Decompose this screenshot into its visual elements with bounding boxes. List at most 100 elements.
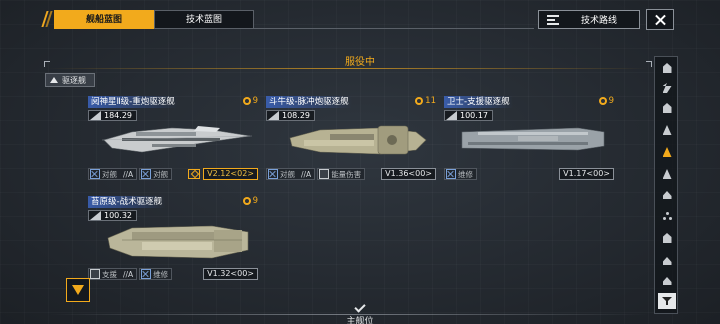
cost-icon xyxy=(415,97,424,105)
cruiser-icon xyxy=(662,125,672,135)
support-icon xyxy=(662,277,672,285)
list-icon xyxy=(547,14,559,25)
ship-illustration xyxy=(102,126,252,153)
role-grade: //A xyxy=(123,169,134,179)
sidebar-item-station[interactable] xyxy=(660,253,674,267)
role-label: 能量伤害 xyxy=(331,169,362,179)
sidebar-item-carrier[interactable] xyxy=(660,81,674,95)
size-icon xyxy=(90,111,101,120)
version-badge: V1.32<00> xyxy=(203,268,258,280)
ship-illustration xyxy=(461,127,605,151)
drone-icon xyxy=(662,233,672,243)
filter-icon xyxy=(662,297,672,305)
tech-route-button[interactable]: 技术路线 xyxy=(538,10,640,29)
sidebar-item-battleship[interactable] xyxy=(660,101,674,115)
warning-triangle-icon xyxy=(50,77,58,83)
fighter-icon xyxy=(662,211,672,221)
role-grade: //A xyxy=(123,269,134,279)
section-title: 服役中 xyxy=(345,57,375,68)
role-tag: 维修 xyxy=(139,268,173,280)
role-label: 支援 xyxy=(102,269,117,279)
ship-cost: 9 xyxy=(598,96,614,106)
ship-tags: 对舰 //A 对舰 V2.12<02> xyxy=(88,168,258,180)
ship-tags: 对舰 //A 能量伤害 V1.36<00> xyxy=(266,168,436,180)
cost-value: 9 xyxy=(252,96,258,106)
upgrade-icon xyxy=(188,169,201,179)
tab-divider xyxy=(254,28,534,29)
role-icon xyxy=(268,169,278,179)
footer-section-title: 主舰位 xyxy=(346,317,374,324)
sidebar-item-cruiser[interactable] xyxy=(660,123,674,137)
ship-cost: 9 xyxy=(242,196,258,206)
ship-card[interactable]: 卫士-支援驱逐舰 9 100.17 维修 V1.17<00> xyxy=(444,96,614,188)
sidebar-item-frigate[interactable] xyxy=(660,167,674,181)
cost-value: 9 xyxy=(252,196,258,206)
ship-illustration xyxy=(107,225,249,259)
version-badge: V2.12<02> xyxy=(203,168,258,180)
tab-ship-blueprints[interactable]: 舰船蓝图 xyxy=(54,10,154,29)
size-icon xyxy=(446,111,457,120)
ship-cost: 11 xyxy=(415,96,436,106)
ship-name: 阋神星Ⅱ级-重炮驱逐舰 xyxy=(88,96,178,108)
cost-value: 11 xyxy=(425,96,436,106)
role-tag: 对舰 //A xyxy=(266,168,316,180)
repair-icon xyxy=(446,169,456,179)
role-tag: 对舰 //A xyxy=(88,168,138,180)
support-icon xyxy=(90,269,100,279)
ship-tags: 支援 //A 维修 V1.32<00> xyxy=(88,268,258,280)
role-tag: 对舰 xyxy=(139,168,173,180)
ship-tags: 维修 V1.17<00> xyxy=(444,168,614,180)
tech-route-label: 技术路线 xyxy=(580,16,617,26)
corner-bracket xyxy=(44,61,50,67)
sidebar-item-fighter[interactable] xyxy=(660,209,674,223)
tab-tech-blueprints[interactable]: 技术蓝图 xyxy=(154,10,254,29)
collapse-button[interactable] xyxy=(66,278,90,302)
corvette-icon xyxy=(662,191,672,199)
ship-card[interactable]: 阋神星Ⅱ级-重炮驱逐舰 9 184.29 对舰 //A 对舰 V2.12<02> xyxy=(88,96,258,188)
ship-illustration xyxy=(289,125,427,155)
ship-name: 苔原级-战术驱逐舰 xyxy=(88,196,166,208)
carrier-icon xyxy=(662,83,672,93)
close-button[interactable] xyxy=(646,9,674,30)
hangar-icon xyxy=(662,63,672,73)
energy-icon xyxy=(319,169,330,179)
role-tag: 支援 //A xyxy=(88,268,138,280)
logo-slash-icon xyxy=(41,11,53,27)
ship-class-filter[interactable]: 驱逐舰 xyxy=(45,73,95,87)
tab-bar: 舰船蓝图 技术蓝图 xyxy=(54,10,254,29)
section-divider xyxy=(48,68,648,69)
ship-card[interactable]: 苔原级-战术驱逐舰 9 100.32 支援 //A 维修 V1.32<00> xyxy=(88,196,258,288)
cost-value: 9 xyxy=(608,96,614,106)
chevron-down-icon xyxy=(72,285,84,295)
cost-icon xyxy=(242,197,251,205)
sidebar-item-destroyer[interactable] xyxy=(660,145,674,159)
sidebar-item-hangar[interactable] xyxy=(660,61,674,75)
battleship-icon xyxy=(662,103,672,113)
role-label: 维修 xyxy=(458,169,473,179)
corner-bracket xyxy=(646,61,652,67)
role-tag: 能量伤害 xyxy=(317,168,366,180)
sidebar-item-corvette[interactable] xyxy=(660,187,674,201)
role-icon xyxy=(141,169,152,179)
top-bar: 舰船蓝图 技术蓝图 技术路线 xyxy=(0,0,720,38)
role-tag: 维修 xyxy=(444,168,477,180)
size-icon xyxy=(90,211,101,220)
role-label: 对舰 xyxy=(153,169,169,179)
cost-icon xyxy=(598,97,607,105)
version-badge: V1.17<00> xyxy=(559,168,614,180)
ship-cost: 9 xyxy=(242,96,258,106)
role-grade: //A xyxy=(301,169,312,179)
ship-card[interactable]: 斗牛级-脉冲炮驱逐舰 11 108.29 对舰 //A 能量伤害 V1.36<0… xyxy=(266,96,436,188)
ship-name: 卫士-支援驱逐舰 xyxy=(444,96,513,108)
station-icon xyxy=(662,257,672,265)
sidebar-filter-button[interactable] xyxy=(658,293,676,309)
sidebar-item-support[interactable] xyxy=(660,273,674,287)
role-label: 对舰 xyxy=(280,169,295,179)
ship-name: 斗牛级-脉冲炮驱逐舰 xyxy=(266,96,352,108)
role-icon xyxy=(90,169,100,179)
role-label: 维修 xyxy=(153,269,169,279)
cost-icon xyxy=(242,97,251,105)
ship-class-sidebar xyxy=(654,56,678,314)
sidebar-item-drone[interactable] xyxy=(660,231,674,245)
frigate-icon xyxy=(662,169,672,179)
